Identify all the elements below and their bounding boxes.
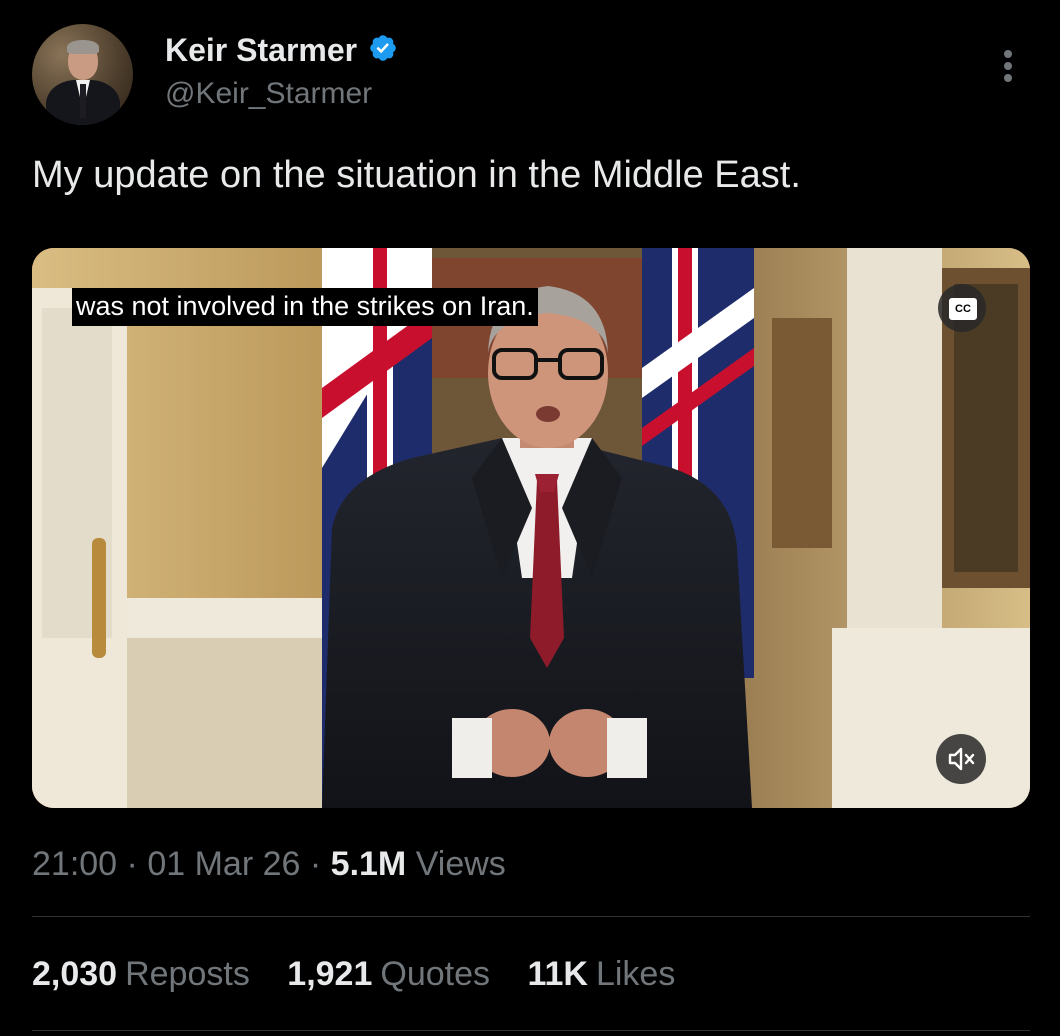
closed-captions-button[interactable]: CC [938, 284, 986, 332]
more-options-button[interactable] [988, 44, 1028, 88]
tweet-header: Keir Starmer @Keir_Starmer [0, 0, 1060, 140]
avatar-hair [67, 40, 99, 54]
views-count[interactable]: 5.1M [331, 845, 407, 883]
author-display-name[interactable]: Keir Starmer [165, 30, 357, 70]
speaker-muted-icon [948, 747, 975, 771]
reposts-count: 2,030 [32, 955, 118, 993]
video-subtitle: was not involved in the strikes on Iran. [72, 288, 538, 326]
tweet-text: My update on the situation in the Middle… [32, 154, 801, 196]
meta-separator: · [126, 845, 138, 883]
verified-badge-icon[interactable] [368, 33, 398, 63]
likes-count: 11K [527, 955, 588, 993]
author-handle[interactable]: @Keir_Starmer [165, 76, 398, 112]
video-player[interactable]: was not involved in the strikes on Iran.… [32, 248, 1030, 808]
reposts-stat[interactable]: 2,030 Reposts [32, 952, 250, 996]
divider [32, 1030, 1030, 1031]
reposts-label: Reposts [125, 955, 250, 993]
more-vertical-icon [1004, 50, 1012, 58]
unmute-button[interactable] [936, 734, 986, 784]
views-label: Views [415, 845, 506, 883]
engagement-stats: 2,030 Reposts 1,921 Quotes 11K Likes [32, 952, 703, 996]
tweet-time[interactable]: 21:00 [32, 845, 117, 883]
more-vertical-icon-dot [1004, 62, 1012, 70]
tweet-date[interactable]: 01 Mar 26 [147, 845, 300, 883]
more-vertical-icon-dot [1004, 74, 1012, 82]
avatar-tie [80, 84, 86, 118]
likes-stat[interactable]: 11K Likes [527, 952, 675, 996]
cc-icon: CC [949, 298, 977, 320]
quotes-label: Quotes [380, 955, 490, 993]
quotes-stat[interactable]: 1,921 Quotes [287, 952, 490, 996]
quotes-count: 1,921 [287, 955, 373, 993]
author-avatar[interactable] [32, 24, 133, 125]
meta-separator: · [309, 845, 322, 883]
likes-label: Likes [595, 955, 676, 993]
author-name-block: Keir Starmer @Keir_Starmer [165, 30, 398, 112]
tweet-meta: 21:00 · 01 Mar 26 · 5.1M Views [32, 842, 506, 886]
video-frame [32, 248, 1030, 808]
divider [32, 916, 1030, 917]
